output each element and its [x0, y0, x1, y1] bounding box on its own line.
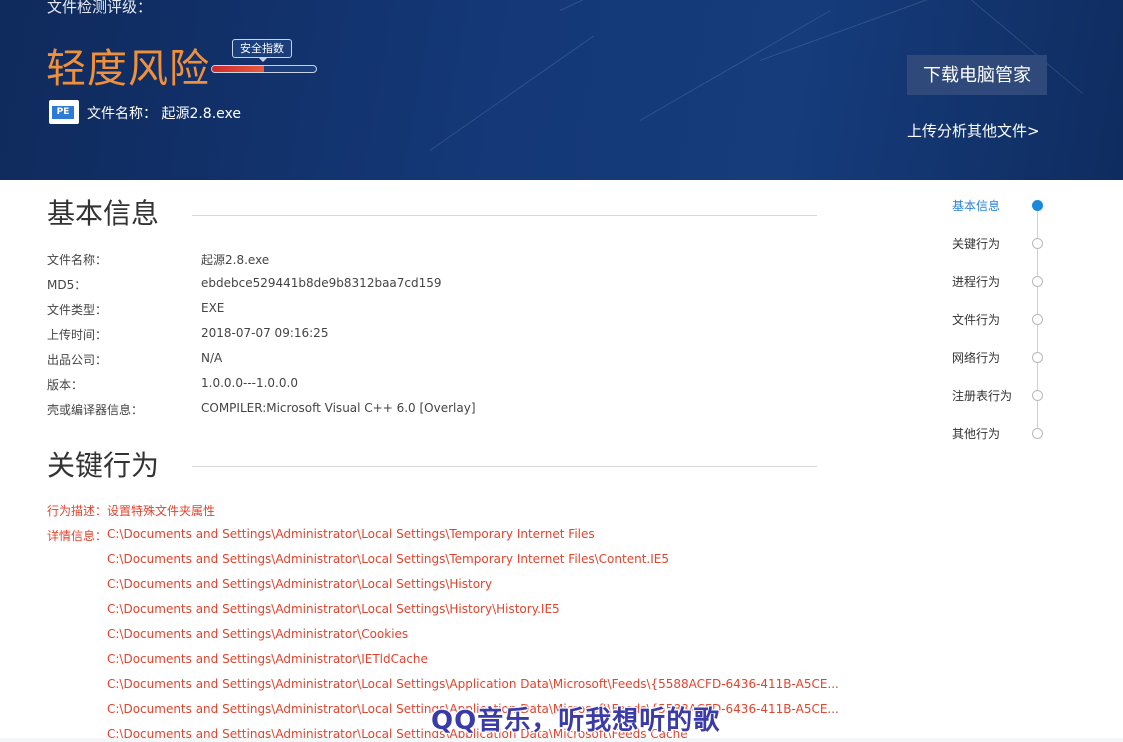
detail-info-label: 详情信息： [47, 529, 108, 543]
risk-level: 轻度风险 [46, 46, 210, 92]
file-name-text: 文件名称： 起源2.8.exe [87, 103, 241, 123]
banner-streak [429, 35, 595, 151]
header-banner: 文件检测评级： 轻度风险 安全指数 PE 文件名称： 起源2.8.exe 下载电… [0, 0, 1123, 180]
side-nav-dot[interactable] [1032, 276, 1043, 287]
detail-path: C:\Documents and Settings\Administrator\… [107, 677, 839, 691]
info-value: ebdebce529441b8de9b8312baa7cd159 [201, 276, 442, 290]
safety-index-fill [212, 66, 264, 72]
bottom-bar [0, 738, 1123, 742]
side-nav-item-basic-info[interactable]: 基本信息 [952, 197, 1000, 213]
info-key: 壳或编译器信息： [47, 403, 144, 417]
detail-path: C:\Documents and Settings\Administrator\… [107, 652, 428, 666]
info-key: 文件名称： [47, 253, 108, 267]
pe-file-icon-label: PE [52, 106, 74, 119]
behavior-description: 行为描述：设置特殊文件夹属性 [47, 504, 216, 518]
side-nav-dot[interactable] [1032, 352, 1043, 363]
side-nav-item-process-behavior[interactable]: 进程行为 [952, 273, 1000, 289]
side-nav-dot[interactable] [1032, 314, 1043, 325]
upload-other-file-link[interactable]: 上传分析其他文件> [907, 120, 1040, 141]
info-value: 2018-07-07 09:16:25 [201, 326, 329, 340]
key-behavior-heading: 关键行为 [47, 449, 160, 482]
lyrics-watermark: QQ音乐，听我想听的歌 [431, 706, 721, 736]
info-key: MD5： [47, 278, 87, 292]
basic-info-heading: 基本信息 [47, 197, 160, 230]
info-value: COMPILER:Microsoft Visual C++ 6.0 [Overl… [201, 401, 476, 415]
info-value: 起源2.8.exe [201, 253, 270, 267]
file-name-label: 文件名称： [87, 106, 157, 122]
info-key: 出品公司： [47, 353, 108, 367]
side-nav-item-network-behavior[interactable]: 网络行为 [952, 349, 1000, 365]
banner-streak [639, 10, 831, 121]
banner-streak [559, 0, 796, 11]
pe-file-icon: PE [49, 100, 79, 124]
info-value: N/A [201, 351, 223, 365]
detail-path: C:\Documents and Settings\Administrator\… [107, 552, 669, 566]
safety-index-bar [211, 65, 317, 73]
side-nav-item-other-behavior[interactable]: 其他行为 [952, 425, 1000, 441]
info-key: 版本： [47, 378, 84, 392]
info-value: 1.0.0.0---1.0.0.0 [201, 376, 298, 390]
section-divider [192, 466, 817, 467]
download-pc-manager-button[interactable]: 下载电脑管家 [907, 55, 1047, 95]
info-value: EXE [201, 301, 225, 315]
side-nav-item-registry-behavior[interactable]: 注册表行为 [952, 387, 1012, 403]
side-nav-dot[interactable] [1032, 238, 1043, 249]
section-divider [192, 215, 817, 216]
detail-path: C:\Documents and Settings\Administrator\… [107, 602, 560, 616]
side-nav-dot[interactable] [1032, 390, 1043, 401]
rating-title: 文件检测评级： [47, 0, 153, 16]
side-nav-item-file-behavior[interactable]: 文件行为 [952, 311, 1000, 327]
file-name-value: 起源2.8.exe [161, 106, 242, 122]
detail-path: C:\Documents and Settings\Administrator\… [107, 577, 493, 591]
banner-streak [759, 0, 1043, 61]
side-nav-dot[interactable] [1032, 200, 1043, 211]
info-key: 文件类型： [47, 303, 108, 317]
info-key: 上传时间： [47, 328, 108, 342]
side-nav-item-key-behavior[interactable]: 关键行为 [952, 235, 1000, 251]
side-nav-dot[interactable] [1032, 428, 1043, 439]
detail-path: C:\Documents and Settings\Administrator\… [107, 627, 409, 641]
detail-path: C:\Documents and Settings\Administrator\… [107, 527, 595, 541]
safety-index-tooltip: 安全指数 [232, 39, 292, 62]
